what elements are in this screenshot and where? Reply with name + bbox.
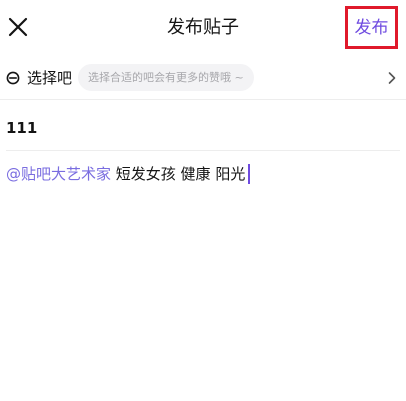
chevron-right-icon[interactable] xyxy=(387,71,397,85)
publish-button-label: 发布 xyxy=(354,17,389,38)
post-content-text: 短发女孩 健康 阳光 xyxy=(111,165,246,183)
header-bar: 发布贴子 发布 xyxy=(0,0,406,58)
divider xyxy=(0,99,406,100)
divider xyxy=(6,150,400,151)
post-title-input[interactable]: 111 xyxy=(6,118,396,138)
select-bar-label[interactable]: 选择吧 xyxy=(27,68,72,88)
publish-button[interactable]: 发布 xyxy=(345,6,398,49)
minus-circle-icon xyxy=(6,71,20,85)
select-bar-hint: 选择合适的吧会有更多的赞哦 ~ xyxy=(78,64,254,91)
mention-link[interactable]: @贴吧大艺术家 xyxy=(6,165,111,183)
text-cursor xyxy=(248,164,251,184)
select-bar-row[interactable]: 选择吧 选择合适的吧会有更多的赞哦 ~ xyxy=(0,58,406,98)
post-content-input[interactable]: @贴吧大艺术家 短发女孩 健康 阳光 xyxy=(6,164,400,184)
